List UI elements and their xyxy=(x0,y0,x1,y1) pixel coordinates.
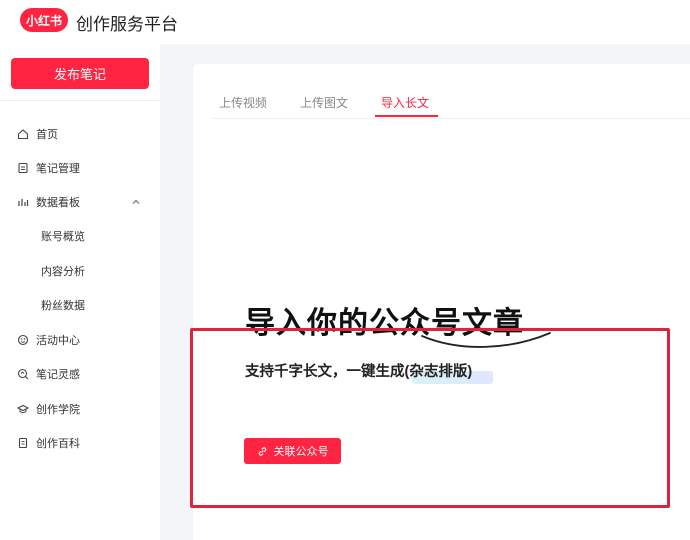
link-icon xyxy=(258,446,266,456)
academy-icon xyxy=(17,403,29,415)
active-tab-indicator xyxy=(375,115,438,117)
activity-icon xyxy=(17,334,29,346)
note-icon xyxy=(17,162,29,174)
publish-note-button[interactable]: 发布笔记 xyxy=(11,58,149,89)
xiaohongshu-logo[interactable]: 小红书 xyxy=(20,8,68,32)
upload-tabs: 上传视频 上传图文 导入长文 xyxy=(212,88,690,119)
sidebar-item-note-management[interactable]: 笔记管理 xyxy=(0,154,160,182)
sidebar-item-fan-data[interactable]: 粉丝数据 xyxy=(0,291,160,319)
sidebar-item-creator-academy[interactable]: 创作学院 xyxy=(0,395,160,423)
encyclopedia-icon xyxy=(17,437,29,449)
sidebar-item-activity-center[interactable]: 活动中心 xyxy=(0,326,160,354)
tab-upload-video[interactable]: 上传视频 xyxy=(219,94,267,111)
underline-swoosh-icon xyxy=(421,332,551,348)
sidebar-item-label: 创作学院 xyxy=(36,404,80,416)
sidebar-item-label: 账号概览 xyxy=(41,231,85,243)
sidebar-item-note-inspiration[interactable]: 笔记灵感 xyxy=(0,360,160,388)
app-title: 创作服务平台 xyxy=(76,15,178,34)
sidebar-item-content-analysis[interactable]: 内容分析 xyxy=(0,257,160,285)
top-header: 小红书 创作服务平台 xyxy=(0,0,690,44)
tab-upload-image-text[interactable]: 上传图文 xyxy=(300,94,348,111)
bar-chart-icon xyxy=(17,196,29,208)
sidebar-item-label: 粉丝数据 xyxy=(41,300,85,312)
sidebar-item-label: 创作百科 xyxy=(36,438,80,450)
sidebar: 发布笔记 首页 笔记管理 数据看板 账号概览 内容分析 粉丝数据 活动中心 笔记… xyxy=(0,44,160,540)
sidebar-item-label: 内容分析 xyxy=(41,266,85,278)
sidebar-item-account-overview[interactable]: 账号概览 xyxy=(0,222,160,250)
sidebar-item-label: 数据看板 xyxy=(36,197,80,209)
home-icon xyxy=(17,128,29,140)
sidebar-item-label: 活动中心 xyxy=(36,335,80,347)
subtitle: 支持千字长文，一键生成(杂志排版) xyxy=(245,364,473,380)
sidebar-item-label: 笔记管理 xyxy=(36,163,80,175)
sidebar-item-label: 笔记灵感 xyxy=(36,369,80,381)
inspiration-icon xyxy=(17,368,29,380)
link-official-account-button[interactable]: 关联公众号 xyxy=(244,438,341,464)
sidebar-item-creator-encyclopedia[interactable]: 创作百科 xyxy=(0,429,160,457)
tab-import-long-article[interactable]: 导入长文 xyxy=(381,94,429,111)
sidebar-item-label: 首页 xyxy=(36,129,58,141)
sidebar-item-home[interactable]: 首页 xyxy=(0,120,160,148)
sidebar-divider xyxy=(0,100,160,101)
sidebar-item-data-dashboard[interactable]: 数据看板 xyxy=(0,188,160,216)
link-button-label: 关联公众号 xyxy=(273,446,329,458)
chevron-up-icon[interactable] xyxy=(131,197,141,207)
